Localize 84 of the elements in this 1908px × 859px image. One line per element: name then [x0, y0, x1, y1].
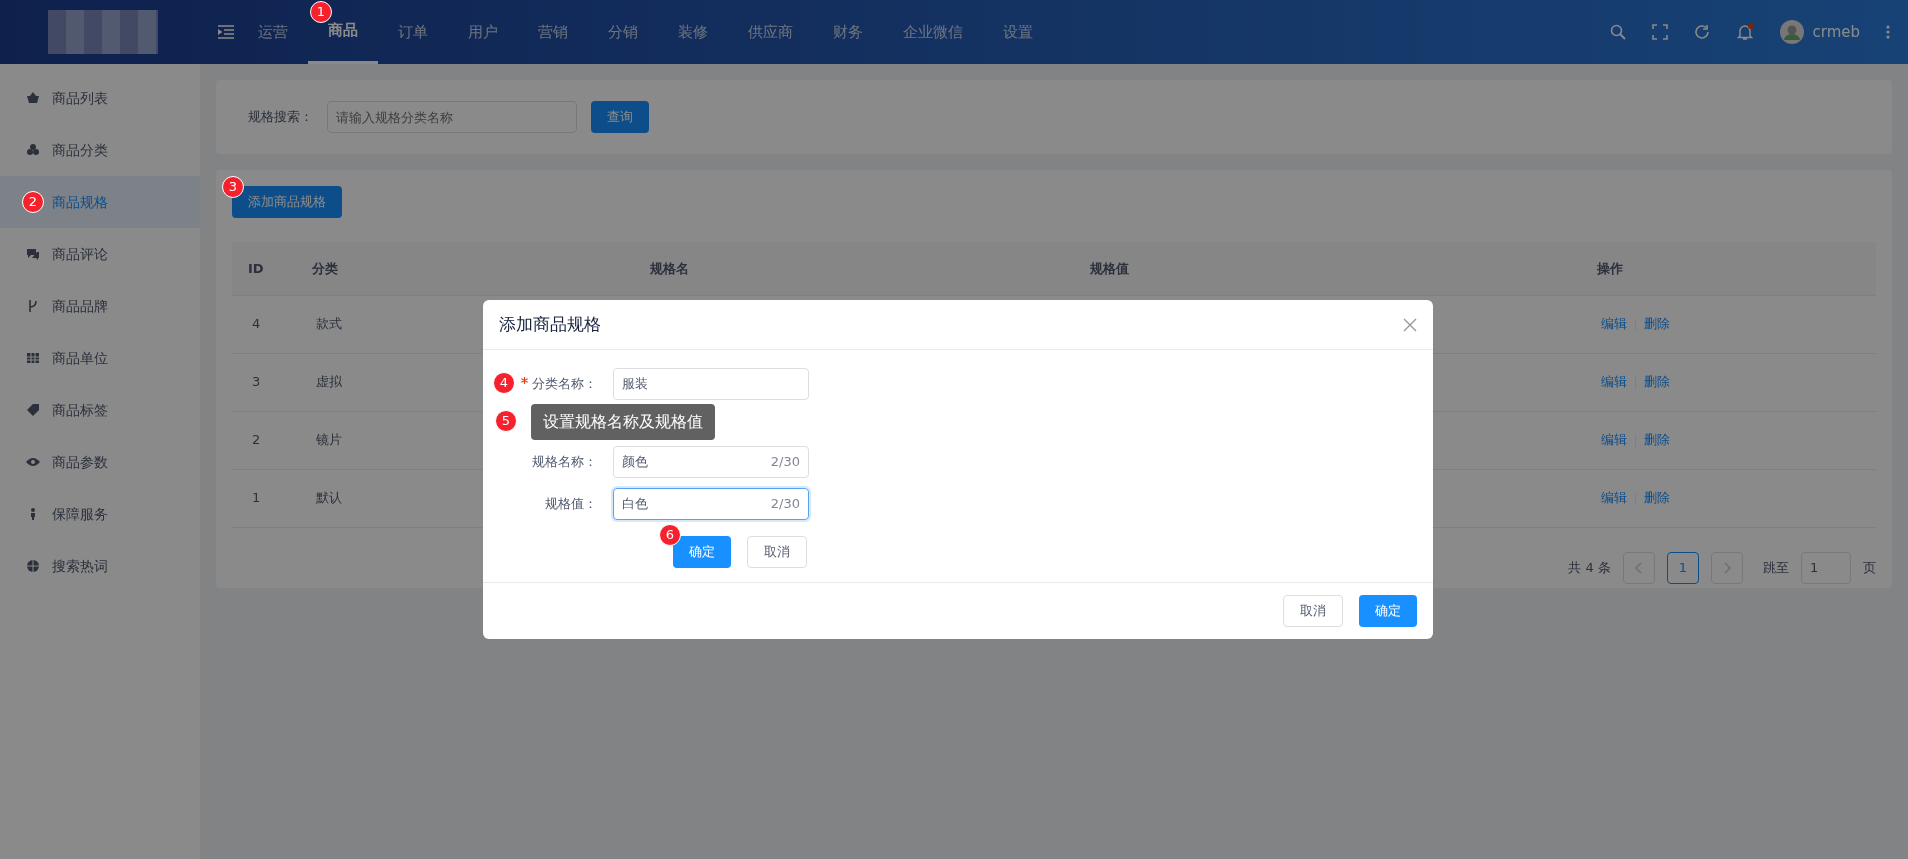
chevron-left-icon	[1635, 561, 1643, 574]
nav-tab[interactable]: 装修	[658, 0, 728, 64]
dialog-title: 添加商品规格	[499, 312, 601, 336]
sidebar-item[interactable]: 2 商品规格	[0, 176, 200, 228]
column-header: 操作	[1581, 242, 1876, 295]
char-counter: 2/30	[770, 495, 800, 514]
action-link[interactable]: 删除	[1644, 432, 1670, 448]
annotation-marker: 3	[222, 176, 244, 198]
footer-button[interactable]: 确定	[1359, 595, 1417, 627]
cluster-icon	[26, 143, 40, 157]
dialog-button[interactable]: 取消	[747, 536, 807, 568]
field-label-text: 规格值：	[545, 496, 597, 512]
query-button[interactable]: 查询	[591, 101, 649, 133]
notification-bell-icon[interactable]	[1736, 23, 1755, 41]
sidebar-item[interactable]: 保障服务	[0, 488, 200, 540]
footer-button[interactable]: 取消	[1283, 595, 1343, 627]
table-cell: 4	[232, 295, 296, 353]
sidebar-item[interactable]: 商品评论	[0, 228, 200, 280]
action-link[interactable]: 编辑	[1601, 432, 1627, 448]
text-field[interactable]: 颜色 2/30	[613, 446, 809, 478]
tag-icon	[26, 403, 40, 417]
text-field[interactable]: 白色 2/30	[613, 488, 809, 520]
sidebar-item[interactable]: 商品参数	[0, 436, 200, 488]
text-field[interactable]: 服装	[613, 368, 809, 400]
basket-icon	[26, 91, 40, 105]
char-counter: 2/30	[770, 453, 800, 472]
chat-icon	[26, 247, 40, 261]
refresh-icon[interactable]	[1694, 24, 1711, 40]
column-header: 规格值	[1074, 242, 1581, 295]
search-icon[interactable]	[1610, 24, 1627, 40]
sidebar-item[interactable]: 商品品牌	[0, 280, 200, 332]
annotation-marker: 2	[22, 191, 44, 213]
nav-tab[interactable]: 财务	[813, 0, 883, 64]
nav-tab[interactable]: 企业微信	[883, 0, 983, 64]
nav-tab[interactable]: 供应商	[728, 0, 813, 64]
avatar-icon[interactable]	[1780, 20, 1805, 44]
table-cell: 2	[232, 411, 296, 469]
action-link[interactable]: 删除	[1644, 490, 1670, 506]
sidebar-item[interactable]: 商品分类	[0, 124, 200, 176]
annotation-marker: 5	[495, 410, 517, 432]
column-header: 分类	[296, 242, 634, 295]
action-link[interactable]: 编辑	[1601, 374, 1627, 390]
annotation-marker: 6	[659, 524, 681, 546]
page-jump-field[interactable]: 1	[1801, 551, 1851, 584]
annotation-marker: 1	[310, 1, 332, 23]
more-icon[interactable]	[1886, 25, 1890, 39]
nav-tab[interactable]: 运营	[238, 0, 308, 64]
total-count: 共 4 条	[1568, 558, 1611, 577]
search-field[interactable]: 请输入规格分类名称	[327, 101, 577, 133]
sidebar-item[interactable]: 商品单位	[0, 332, 200, 384]
table-cell: 1	[232, 469, 296, 527]
page-number[interactable]: 1	[1667, 551, 1699, 584]
nav-tab[interactable]: 分销	[588, 0, 658, 64]
ball-icon	[26, 559, 40, 573]
sidebar-item[interactable]: 搜索热词	[0, 540, 200, 592]
fullscreen-icon[interactable]	[1652, 24, 1669, 40]
sidebar-item[interactable]: 商品列表	[0, 72, 200, 124]
action-link[interactable]: 删除	[1644, 374, 1670, 390]
action-link[interactable]: 编辑	[1601, 316, 1627, 332]
nav-tab[interactable]: 用户	[448, 0, 518, 64]
eye-icon	[26, 455, 40, 469]
action-link[interactable]: 编辑	[1601, 490, 1627, 506]
branch-icon	[26, 299, 40, 313]
search-label: 规格搜索：	[247, 108, 313, 127]
username[interactable]: crmeb	[1812, 20, 1860, 44]
dialog-button[interactable]: 确定	[673, 536, 731, 568]
jump-label: 跳至	[1763, 558, 1789, 577]
column-header: 规格名	[634, 242, 1074, 295]
close-icon[interactable]	[1403, 317, 1417, 332]
nav-tab[interactable]: 营销	[518, 0, 588, 64]
column-header: ID	[232, 242, 296, 295]
action-link[interactable]: 删除	[1644, 316, 1670, 332]
sidebar-item[interactable]: 商品标签	[0, 384, 200, 436]
tooltip: 设置规格名称及规格值	[531, 404, 715, 440]
nav-tab[interactable]: 设置	[983, 0, 1053, 64]
field-label-text: 规格名称：	[532, 454, 597, 470]
menu-icon[interactable]	[218, 25, 234, 39]
grid-icon	[26, 351, 40, 365]
table-cell: 3	[232, 353, 296, 411]
nav-tab[interactable]: 订单	[378, 0, 448, 64]
field-label-text: 分类名称：	[532, 376, 597, 392]
chevron-right-icon	[1723, 561, 1731, 574]
annotation-marker: 4	[493, 372, 515, 394]
page-suffix: 页	[1863, 558, 1876, 577]
